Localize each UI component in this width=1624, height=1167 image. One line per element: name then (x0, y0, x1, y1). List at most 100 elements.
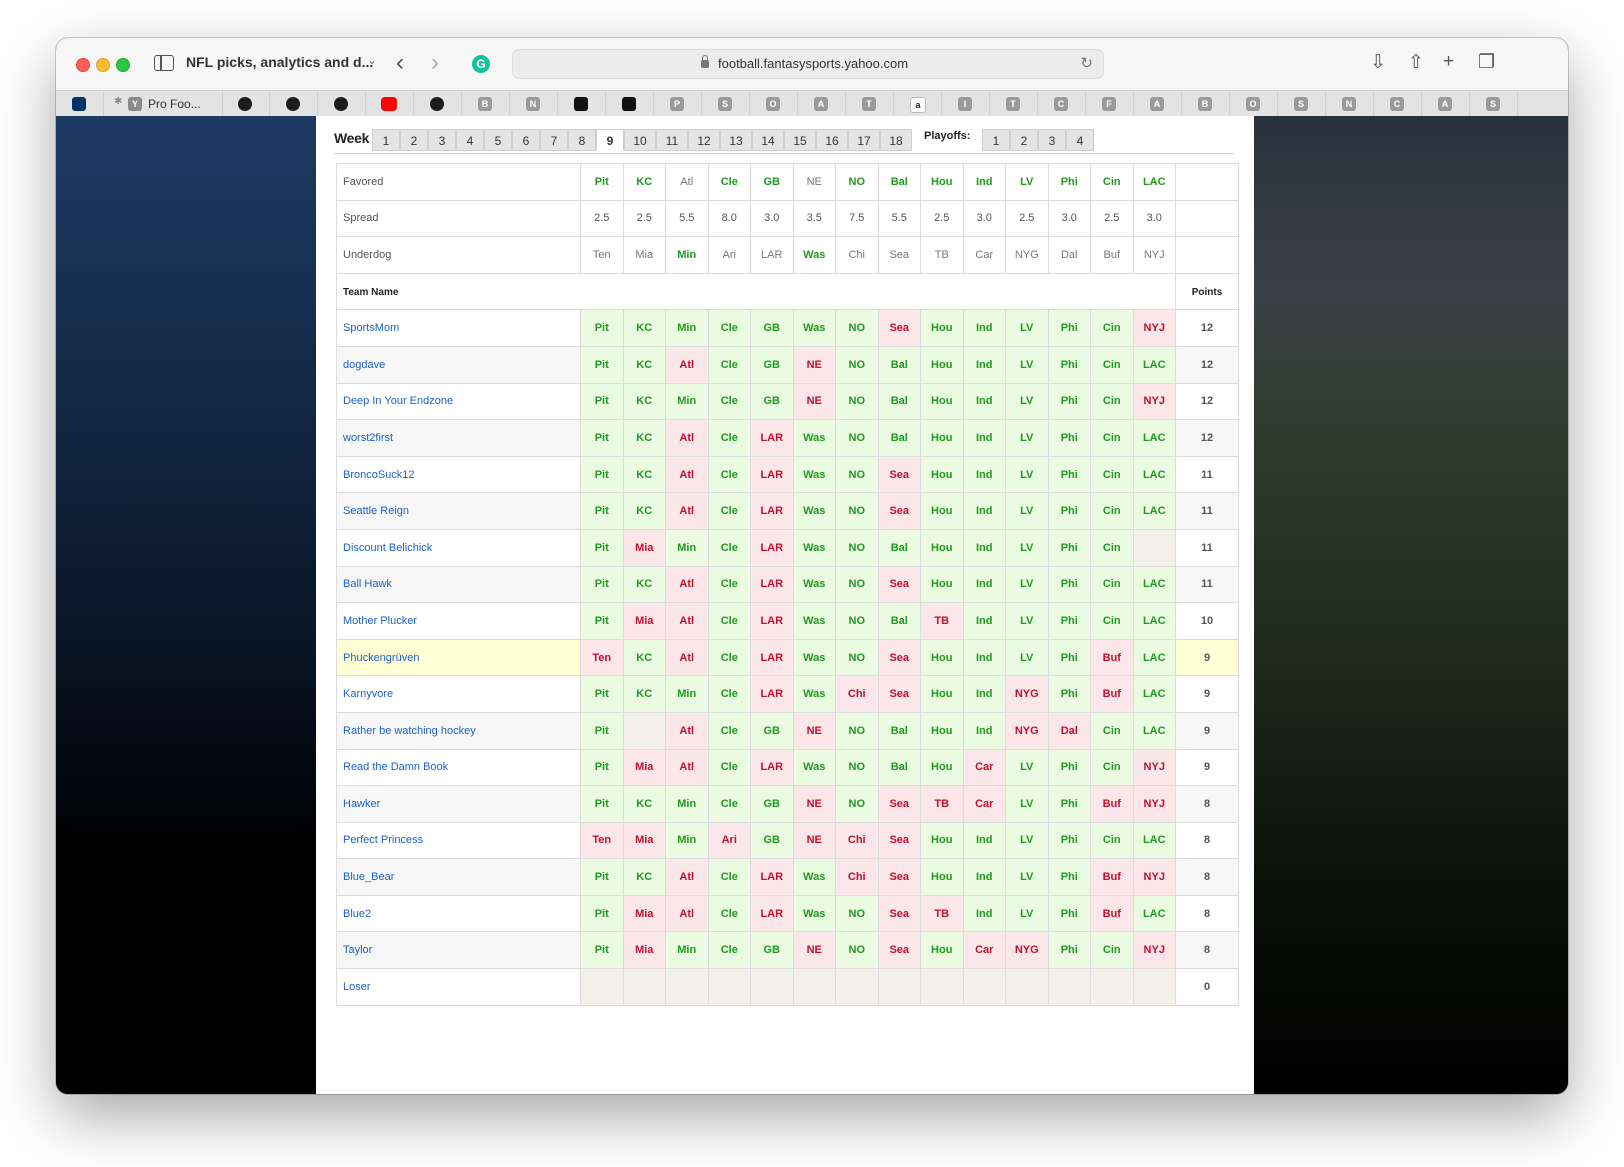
team-name-link[interactable]: Blue2 (343, 908, 371, 920)
spread-value: 2.5 (622, 199, 666, 238)
team-name-link[interactable]: Taylor (343, 944, 372, 956)
team-name-link[interactable]: Discount Belichick (343, 542, 432, 554)
week-tab-13[interactable]: 13 (720, 129, 752, 151)
forward-arrow-icon[interactable]: › (431, 49, 439, 77)
pinned-tab[interactable]: S (1278, 91, 1326, 117)
week-tab-9[interactable]: 9 (596, 129, 624, 151)
minimize-window-button[interactable] (96, 58, 110, 72)
playoffs-tab-4[interactable]: 4 (1066, 129, 1094, 151)
pinned-tab[interactable]: T (990, 91, 1038, 117)
team-name-link[interactable]: Rather be watching hockey (343, 725, 476, 737)
week-tab-17[interactable]: 17 (848, 129, 880, 151)
reload-icon[interactable]: ↻ (1080, 54, 1093, 72)
week-tab-2[interactable]: 2 (400, 129, 428, 151)
pinned-tab[interactable]: B (462, 91, 510, 117)
pinned-tab[interactable]: T (846, 91, 894, 117)
team-name-cell: Seattle Reign (336, 492, 581, 530)
week-tab-14[interactable]: 14 (752, 129, 784, 151)
pick-cell (920, 968, 964, 1006)
pick-cell: NYG (1005, 711, 1049, 750)
close-window-button[interactable] (76, 58, 90, 72)
team-name-link[interactable]: BroncoSuck12 (343, 469, 415, 481)
zoom-window-button[interactable] (116, 58, 130, 72)
pinned-tab[interactable]: O (1230, 91, 1278, 117)
week-tab-4[interactable]: 4 (456, 129, 484, 151)
pinned-tab[interactable]: O (750, 91, 798, 117)
team-name-link[interactable]: Ball Hawk (343, 578, 392, 590)
pinned-tab[interactable]: A (1134, 91, 1182, 117)
team-name-link[interactable]: Read the Damn Book (343, 761, 448, 773)
playoffs-tab-3[interactable]: 3 (1038, 129, 1066, 151)
team-name-link[interactable]: Mother Plucker (343, 615, 417, 627)
week-tab-12[interactable]: 12 (688, 129, 720, 151)
back-arrow-icon[interactable]: ‹ (396, 49, 404, 77)
pinned-tab[interactable] (606, 91, 654, 117)
week-tab-16[interactable]: 16 (816, 129, 848, 151)
team-name-link[interactable]: Perfect Princess (343, 834, 423, 846)
team-name-link[interactable]: Deep In Your Endzone (343, 395, 453, 407)
team-name-link[interactable]: Blue_Bear (343, 871, 394, 883)
playoffs-tab-1[interactable]: 1 (982, 129, 1010, 151)
team-name-link[interactable]: SportsMom (343, 322, 399, 334)
pinned-tab[interactable] (414, 91, 462, 117)
pinned-tab[interactable] (558, 91, 606, 117)
week-tab-3[interactable]: 3 (428, 129, 456, 151)
week-tab-6[interactable]: 6 (512, 129, 540, 151)
pick-cell: LAR (750, 638, 794, 677)
window-title[interactable]: NFL picks, analytics and d... (186, 54, 373, 70)
chevron-down-icon[interactable]: ⌄ (367, 53, 377, 67)
pinned-tab[interactable] (318, 91, 366, 117)
pinned-tab[interactable]: A (798, 91, 846, 117)
team-name-link[interactable]: Phuckengrüven (343, 652, 419, 664)
week-tab-11[interactable]: 11 (656, 129, 688, 151)
pinned-tab[interactable]: I (942, 91, 990, 117)
week-tab-1[interactable]: 1 (372, 129, 400, 151)
pinned-tab[interactable] (366, 91, 414, 117)
pick-cell: LAR (750, 528, 794, 567)
pick-cell: Phi (1047, 382, 1091, 421)
pick-cell: Cle (707, 345, 751, 384)
week-tab-8[interactable]: 8 (568, 129, 596, 151)
pinned-tab-nfl[interactable] (56, 91, 104, 117)
pinned-tab[interactable] (222, 91, 270, 117)
week-tab-7[interactable]: 7 (540, 129, 568, 151)
team-name-link[interactable]: worst2first (343, 432, 393, 444)
download-icon[interactable]: ⇩ (1370, 51, 1386, 74)
sidebar-toggle-icon[interactable] (154, 55, 174, 71)
week-tab-5[interactable]: 5 (484, 129, 512, 151)
week-tab-18[interactable]: 18 (880, 129, 912, 151)
pinned-tab[interactable]: P (654, 91, 702, 117)
pick-cell: Ind (962, 602, 1006, 640)
pinned-tab[interactable]: S (1470, 91, 1518, 117)
pinned-tab[interactable]: A (1422, 91, 1470, 117)
pinned-tab[interactable]: S (702, 91, 750, 117)
team-name-link[interactable]: dogdave (343, 359, 385, 371)
address-bar[interactable]: football.fantasysports.yahoo.com ↻ (512, 49, 1104, 79)
pinned-tab[interactable]: N (510, 91, 558, 117)
pick-cell: Cin (1090, 419, 1134, 457)
pinned-tab[interactable]: a (894, 91, 942, 117)
pick-cell (962, 968, 1006, 1006)
pinned-tab[interactable]: N (1326, 91, 1374, 117)
pinned-tab[interactable]: B (1182, 91, 1230, 117)
team-name-link[interactable]: Seattle Reign (343, 505, 409, 517)
week-tab-15[interactable]: 15 (784, 129, 816, 151)
team-name-link[interactable]: Hawker (343, 798, 380, 810)
team-name-link[interactable]: Loser (343, 981, 371, 993)
team-name-link[interactable]: Karnyvore (343, 688, 393, 700)
tab-pro-football[interactable]: ✱ Y Pro Foo... (112, 91, 223, 117)
pinned-tab[interactable]: F (1086, 91, 1134, 117)
url-text[interactable]: football.fantasysports.yahoo.com (718, 56, 908, 71)
pick-cell: LAR (750, 492, 794, 530)
grammarly-extension-icon[interactable]: G (472, 55, 490, 73)
stadium-background-left (56, 116, 316, 1094)
week-tab-10[interactable]: 10 (624, 129, 656, 151)
tab-overview-icon[interactable]: ❐ (1478, 51, 1495, 74)
pinned-tab[interactable]: C (1374, 91, 1422, 117)
new-tab-icon[interactable]: + (1443, 51, 1454, 73)
pinned-tab[interactable] (270, 91, 318, 117)
playoffs-tab-2[interactable]: 2 (1010, 129, 1038, 151)
share-icon[interactable]: ⇧ (1408, 51, 1424, 74)
pick-cell: KC (622, 309, 666, 347)
pinned-tab[interactable]: C (1038, 91, 1086, 117)
